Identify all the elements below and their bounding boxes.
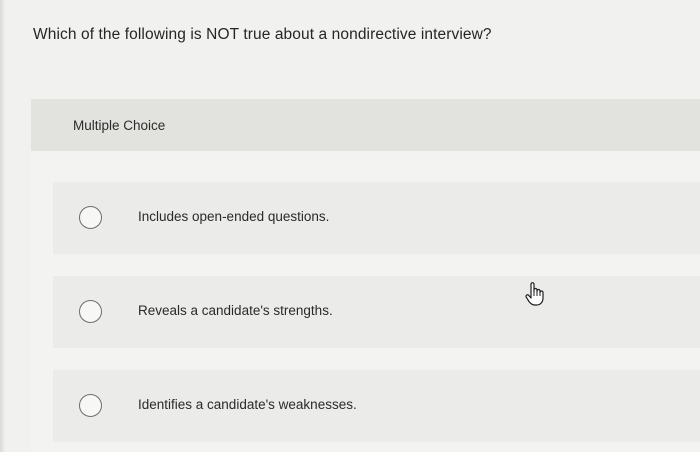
answer-option-1[interactable]: Includes open-ended questions. bbox=[53, 182, 700, 254]
radio-button-option-1[interactable] bbox=[79, 206, 102, 229]
multiple-choice-panel: Multiple Choice Includes open-ended ques… bbox=[31, 99, 700, 452]
radio-button-option-2[interactable] bbox=[79, 300, 102, 323]
answer-option-3[interactable]: Identifies a candidate's weaknesses. bbox=[53, 370, 700, 442]
answer-option-2[interactable]: Reveals a candidate's strengths. bbox=[53, 276, 700, 348]
hand-pointer-icon bbox=[525, 282, 544, 306]
question-text: Which of the following is NOT true about… bbox=[33, 26, 492, 43]
radio-button-option-3[interactable] bbox=[79, 394, 102, 417]
option-1-label: Includes open-ended questions. bbox=[138, 209, 330, 224]
panel-header: Multiple Choice bbox=[31, 99, 700, 151]
option-3-label: Identifies a candidate's weaknesses. bbox=[138, 397, 357, 412]
window-left-edge bbox=[0, 0, 5, 452]
option-2-label: Reveals a candidate's strengths. bbox=[138, 303, 333, 318]
question-type-label: Multiple Choice bbox=[73, 118, 166, 133]
